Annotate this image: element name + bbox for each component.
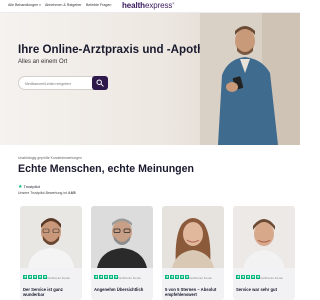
- reviewer-photo: [233, 206, 295, 268]
- review-text: Angenehm Übersichtlich: [94, 287, 144, 292]
- search-icon: [96, 79, 104, 87]
- review-text: 5 von 5 Sternen – Absolut empfehlenswert: [165, 287, 217, 298]
- rating-stars: ★ ★ ★ ★ ★: [23, 275, 48, 280]
- reviewer-photo: [20, 206, 82, 268]
- verified-label: Verifizierter Kunde: [118, 275, 141, 280]
- verified-label: Verifizierter Kunde: [260, 275, 283, 280]
- rating-stars: ★ ★ ★ ★ ★: [165, 275, 190, 280]
- nav-item-faq[interactable]: Beliebte Fragen: [86, 3, 111, 7]
- verified-label: Verifizierter Kunde: [189, 275, 212, 280]
- reviews-eyebrow: Unabhängig geprüfte Kundenbewertungen: [18, 156, 82, 160]
- rating-stars: ★ ★ ★ ★ ★: [94, 275, 119, 280]
- review-text: Der Service ist ganz wunderbar: [23, 287, 63, 298]
- reviewer-photo: [162, 206, 224, 268]
- chevron-down-icon: ▾: [39, 3, 41, 7]
- search-button[interactable]: [92, 76, 108, 90]
- rating-stars: ★ ★ ★ ★ ★: [236, 275, 261, 280]
- hero-person-image: [200, 13, 300, 145]
- verified-label: Verifizierter Kunde: [47, 275, 70, 280]
- review-card[interactable]: ★ ★ ★ ★ ★ Verifizierter Kunde Angenehm Übers…: [91, 206, 153, 300]
- trustpilot-rating: Unsere Trustpilot-Bewertung ist 4.6/5: [18, 191, 76, 195]
- nav-item-weight-loss[interactable]: Abnehmen & Ratgeber: [45, 3, 82, 7]
- top-navigation: Alle Behandlungen▾ Abnehmen & Ratgeber B…: [0, 0, 300, 13]
- hero-banner: Ihre Online-Arztpraxis und -Apotheke All…: [0, 13, 300, 145]
- hero-title: Ihre Online-Arztpraxis und -Apotheke: [18, 43, 224, 56]
- review-card[interactable]: ★ ★ ★ ★ ★ Verifizierter Kunde Der Service is…: [20, 206, 82, 300]
- trustpilot-logo[interactable]: ★ Trustpilot: [18, 184, 40, 190]
- reviews-title: Echte Menschen, echte Meinungen: [18, 163, 195, 175]
- star-icon: ★: [18, 184, 23, 190]
- nav-item-all-treatments[interactable]: Alle Behandlungen▾: [8, 3, 41, 7]
- reviewer-photo: [91, 206, 153, 268]
- review-card[interactable]: ★ ★ ★ ★ ★ Verifizierter Kunde Service war se…: [233, 206, 295, 300]
- review-card[interactable]: ★ ★ ★ ★ ★ Verifizierter Kunde 5 von 5 Sterne…: [162, 206, 224, 300]
- review-text: Service war sehr gut: [236, 287, 277, 292]
- search-input[interactable]: [25, 80, 89, 87]
- hero-subtitle: Alles an einem Ort: [18, 59, 68, 65]
- brand-logo[interactable]: healthexpress®: [122, 1, 175, 10]
